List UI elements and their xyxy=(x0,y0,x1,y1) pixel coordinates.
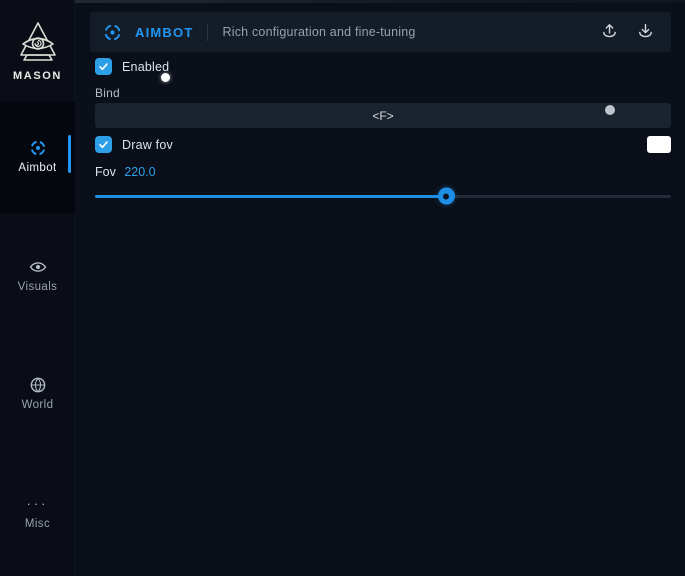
download-icon xyxy=(636,21,655,43)
sidebar-item-world[interactable]: World xyxy=(0,375,75,411)
fov-slider-fill xyxy=(95,195,446,199)
upload-config-button[interactable] xyxy=(595,19,623,45)
sidebar-item-label: Visuals xyxy=(0,281,75,293)
fov-color-swatch[interactable] xyxy=(647,136,671,153)
sidebar-item-aimbot[interactable]: Aimbot xyxy=(0,138,75,174)
crosshair-icon xyxy=(102,22,123,43)
pyramid-eye-icon xyxy=(0,18,75,66)
particle-dot xyxy=(605,105,615,115)
check-icon xyxy=(98,61,109,72)
bind-value: <F> xyxy=(372,109,393,123)
app-name: MASON xyxy=(0,70,75,82)
fov-slider-handle[interactable] xyxy=(438,188,455,205)
fov-slider[interactable] xyxy=(95,188,671,204)
header-divider xyxy=(207,24,208,41)
fov-label-row: Fov 220.0 xyxy=(95,165,156,179)
draw-fov-checkbox-row[interactable]: Draw fov xyxy=(95,136,173,153)
sidebar: MASON Aimbot Visuals World ··· xyxy=(0,0,75,576)
bind-input[interactable]: <F> xyxy=(95,103,671,128)
sidebar-item-label: World xyxy=(0,399,75,411)
sidebar-item-misc[interactable]: ··· Misc xyxy=(0,494,75,530)
app-logo: MASON xyxy=(0,18,75,82)
sidebar-item-label: Aimbot xyxy=(0,162,75,174)
particle-dot xyxy=(161,73,170,82)
globe-icon xyxy=(0,375,75,395)
draw-fov-checkbox[interactable] xyxy=(95,136,112,153)
sidebar-item-visuals[interactable]: Visuals xyxy=(0,257,75,293)
window-top-edge xyxy=(0,0,685,3)
check-icon xyxy=(98,139,109,150)
enabled-label: Enabled xyxy=(122,60,169,74)
draw-fov-label: Draw fov xyxy=(122,138,173,152)
ellipsis-icon: ··· xyxy=(0,494,75,514)
fov-label: Fov xyxy=(95,165,116,179)
upload-icon xyxy=(600,21,619,43)
sidebar-item-label: Misc xyxy=(0,518,75,530)
page-header: AIMBOT Rich configuration and fine-tunin… xyxy=(90,12,671,52)
enabled-checkbox[interactable] xyxy=(95,58,112,75)
fov-value: 220.0 xyxy=(124,165,155,179)
download-config-button[interactable] xyxy=(631,19,659,45)
bind-label: Bind xyxy=(95,86,120,100)
page-subtitle: Rich configuration and fine-tuning xyxy=(222,25,415,39)
crosshair-icon xyxy=(0,138,75,158)
eye-icon xyxy=(0,257,75,277)
page-title: AIMBOT xyxy=(135,25,193,40)
enabled-checkbox-row[interactable]: Enabled xyxy=(95,58,169,75)
